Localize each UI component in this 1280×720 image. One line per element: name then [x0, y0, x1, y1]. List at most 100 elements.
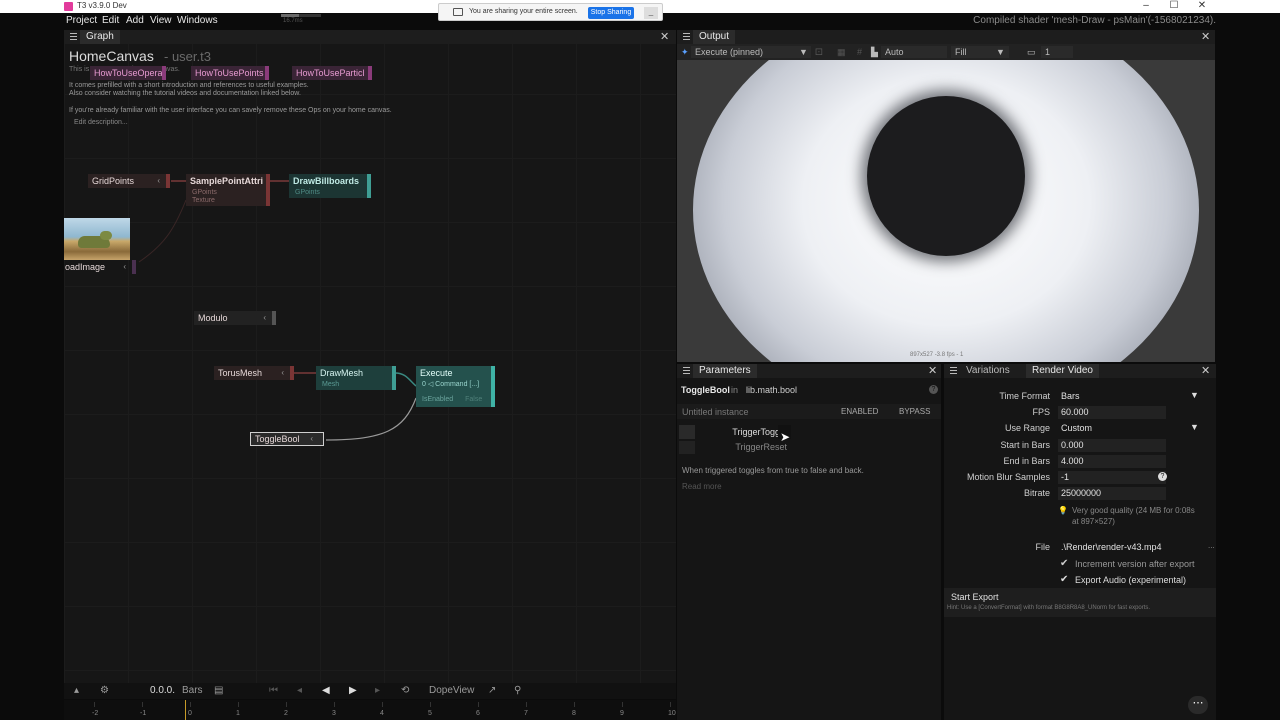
op-description: When triggered toggles from true to fals… [682, 466, 864, 475]
slot-is-enabled[interactable]: IsEnabled False [416, 395, 495, 405]
timeline-tick-mark [478, 702, 479, 707]
more-options-icon[interactable]: ⋯ [1188, 696, 1208, 714]
op-in: in [731, 385, 739, 395]
close-parameters-icon[interactable]: ✕ [928, 364, 937, 378]
close-window-button[interactable]: ✕ [1188, 0, 1216, 13]
menu-windows[interactable]: Windows [177, 15, 218, 26]
motion-blur-input[interactable]: -1 [1058, 471, 1166, 484]
tab-output[interactable]: Output [693, 30, 736, 44]
timeline-tick-mark [430, 702, 431, 707]
slot-command[interactable]: 0 ◁ Command [...] [416, 380, 495, 390]
folder-icon[interactable]: ▭ [1027, 46, 1036, 58]
window-title: T3 v3.9.0 Dev [77, 1, 127, 10]
minimize-button[interactable]: – [1132, 0, 1160, 13]
close-render-icon[interactable]: ✕ [1201, 364, 1210, 378]
render-menu-icon[interactable] [950, 367, 957, 374]
slot-texture[interactable]: Texture [186, 196, 270, 206]
node-toggle-bool[interactable]: ToggleBool ‹ [250, 432, 324, 446]
resolution-select[interactable]: Auto [881, 46, 947, 58]
current-time[interactable]: 0.0.0. [150, 685, 175, 696]
background-icon[interactable]: ▦ [837, 46, 846, 58]
instance-name[interactable]: Untitled instance [682, 407, 749, 417]
motion-blur-help-icon[interactable]: ? [1158, 472, 1167, 481]
grid-icon[interactable]: # [857, 46, 862, 58]
enabled-toggle[interactable]: ENABLED [841, 407, 878, 416]
bitrate-input[interactable]: 25000000 [1058, 487, 1166, 500]
resolution-icon[interactable]: ▙ [871, 46, 878, 58]
quality-icon: 💡 [1058, 506, 1068, 515]
share-minimize-button[interactable]: _ [644, 7, 658, 19]
close-output-icon[interactable]: ✕ [1201, 30, 1210, 44]
keyframe-icon[interactable]: ↗ [488, 685, 496, 696]
pin-icon[interactable]: ✦ [681, 46, 689, 58]
node-sample-point-attri[interactable]: SamplePointAttri GPoints Texture [186, 174, 270, 206]
render-viewport[interactable]: 897x527 -3.8 fps - 1 [677, 60, 1215, 362]
file-path-input[interactable]: .\Render\render-v43.mp4 [1058, 541, 1208, 554]
label-motion-blur: Motion Blur Samples [966, 472, 1050, 482]
loop-icon[interactable]: ⟲ [401, 685, 409, 696]
timeline-tick-mark [94, 702, 95, 707]
slot-mesh[interactable]: Mesh [316, 380, 396, 390]
node-load-image[interactable]: oadImage ‹ [64, 260, 136, 274]
node-modulo[interactable]: Modulo ‹ [194, 311, 276, 325]
read-more-link[interactable]: Read more [682, 482, 722, 491]
output-toolbar: ✦ Execute (pinned) ▼ ⚀ ▦ # ▙ Auto Fill ▼… [677, 44, 1215, 60]
time-unit[interactable]: Bars [182, 685, 203, 696]
jump-start-icon[interactable]: ⏮ [269, 685, 278, 696]
menu-edit[interactable]: Edit [102, 15, 119, 26]
use-range-select[interactable]: Custom [1058, 422, 1198, 435]
play-forward-icon[interactable]: ▶ [349, 685, 357, 696]
menu-view[interactable]: View [150, 15, 172, 26]
camera-icon[interactable]: ⚀ [815, 46, 823, 58]
maximize-button[interactable]: ☐ [1160, 0, 1188, 13]
help-icon[interactable]: ? [929, 385, 938, 394]
execute-select[interactable]: Execute (pinned) [691, 46, 811, 58]
param-trigger-reset: TriggerReset [735, 442, 787, 452]
output-menu-icon[interactable] [683, 33, 690, 40]
playhead[interactable] [185, 700, 186, 720]
graph-panel[interactable]: Graph ✕ HomeCanvas - user.t3 This is you… [64, 30, 676, 698]
node-draw-mesh[interactable]: DrawMesh Mesh [316, 366, 396, 390]
export-audio-check-icon[interactable]: ✔ [1060, 574, 1068, 585]
snap-icon[interactable]: ⚲ [514, 685, 521, 696]
bypass-toggle[interactable]: BYPASS [899, 407, 930, 416]
menu-project[interactable]: Project [66, 15, 97, 26]
node-grid-points[interactable]: GridPoints ‹ [88, 174, 170, 188]
use-range-dropdown-icon[interactable]: ▼ [1190, 422, 1199, 432]
param-anim-icon-1[interactable] [679, 425, 695, 439]
bpm-icon[interactable]: ▤ [214, 685, 223, 696]
output-panel[interactable]: Output ✕ ✦ Execute (pinned) ▼ ⚀ ▦ # ▙ Au… [677, 30, 1215, 362]
next-frame-icon[interactable]: ▸ [375, 685, 380, 696]
fps-input[interactable]: 60.000 [1058, 406, 1166, 419]
timeline-mode[interactable]: DopeView [429, 685, 474, 696]
timeline-settings-icon[interactable]: ⚙ [100, 685, 109, 696]
camera-index[interactable]: 1 [1041, 46, 1073, 58]
tab-render-video[interactable]: Render Video [1026, 364, 1099, 378]
time-format-select[interactable]: Bars [1058, 390, 1198, 403]
op-namespace[interactable]: lib.math.bool [746, 385, 797, 395]
prev-frame-icon[interactable]: ◂ [297, 685, 302, 696]
collapse-timeline-icon[interactable]: ▴ [74, 685, 79, 696]
tab-variations[interactable]: Variations [960, 364, 1016, 378]
node-torus-mesh[interactable]: TorusMesh ‹ [214, 366, 294, 380]
timeline-tick: 6 [476, 710, 480, 717]
file-browse-button[interactable]: ... [1208, 541, 1215, 550]
menu-add[interactable]: Add [126, 15, 144, 26]
start-bars-input[interactable]: 0.000 [1058, 439, 1166, 452]
param-anim-icon-2[interactable] [679, 441, 695, 454]
end-bars-input[interactable]: 4.000 [1058, 455, 1166, 468]
stop-sharing-button[interactable]: Stop Sharing [588, 7, 634, 19]
tab-parameters[interactable]: Parameters [693, 364, 757, 378]
parameters-menu-icon[interactable] [683, 367, 690, 374]
node-execute[interactable]: Execute 0 ◁ Command [...] IsEnabled Fals… [416, 366, 495, 407]
fill-dropdown-icon[interactable]: ▼ [996, 46, 1005, 58]
time-format-dropdown-icon[interactable]: ▼ [1190, 390, 1199, 400]
timeline-ruler[interactable]: -2 -1 0 1 2 3 4 5 6 7 8 9 10 [64, 700, 676, 720]
execute-dropdown-icon[interactable]: ▼ [799, 46, 808, 58]
timeline-tick-mark [286, 702, 287, 707]
play-backward-icon[interactable]: ◀ [322, 685, 330, 696]
increment-check-icon[interactable]: ✔ [1060, 558, 1068, 569]
slot-draw-gpoints[interactable]: GPoints [289, 188, 371, 198]
start-export-button[interactable]: Start Export [951, 592, 999, 602]
node-draw-billboards[interactable]: DrawBillboards GPoints [289, 174, 371, 198]
